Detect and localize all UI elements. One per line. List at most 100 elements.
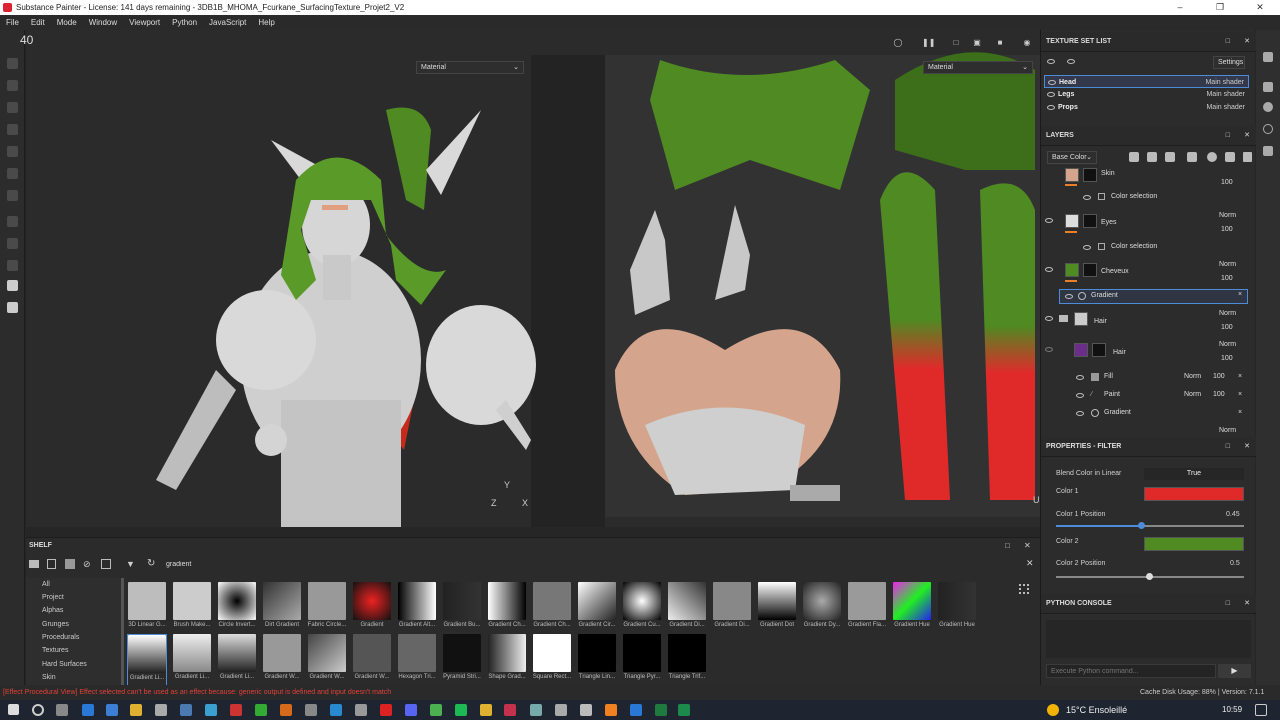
maximize-icon[interactable]: □ (1226, 594, 1230, 614)
filter-icon[interactable]: ▼ (126, 559, 135, 569)
eye-icon[interactable] (1083, 195, 1091, 200)
shelf-resource[interactable]: Gradient Hue (937, 582, 977, 634)
document-icon[interactable] (7, 302, 18, 313)
app-icon[interactable] (205, 704, 217, 716)
spotify-icon[interactable] (455, 704, 467, 716)
discord-icon[interactable] (405, 704, 417, 716)
shelf-resource[interactable]: Triangle Lin... (577, 634, 617, 686)
fill-bucket-icon[interactable] (1187, 152, 1197, 162)
shelf-resource[interactable]: Dirt Gradient (262, 582, 302, 634)
eye-icon[interactable] (1076, 393, 1084, 398)
effect-gradient[interactable]: Gradient × (1041, 408, 1249, 422)
shelf-resource[interactable]: Gradient Li... (217, 634, 257, 686)
viewport-2d[interactable]: Material ⌄ U (605, 30, 1040, 527)
shelf-resource[interactable]: Gradient Alt... (397, 582, 437, 634)
category-skin[interactable]: Skin (42, 674, 56, 681)
layer-eyes[interactable]: Eyes Norm 100 (1041, 212, 1249, 238)
menu-javascript[interactable]: JavaScript (203, 15, 252, 30)
shelf-resource[interactable]: Gradient Cu... (622, 582, 662, 634)
app-icon[interactable] (155, 704, 167, 716)
slider-knob[interactable] (1138, 522, 1145, 529)
search-icon[interactable] (32, 704, 44, 716)
app-icon[interactable] (380, 704, 392, 716)
smart-material-icon[interactable] (1207, 152, 1217, 162)
effect-paint[interactable]: ∕ Paint Norm 100 × (1041, 390, 1249, 404)
new-file-icon[interactable] (47, 559, 56, 569)
explorer-icon[interactable] (130, 704, 142, 716)
color1-position-slider[interactable] (1056, 522, 1244, 529)
python-command-input[interactable] (1046, 664, 1216, 678)
eye-icon[interactable] (1045, 347, 1053, 352)
app-icon[interactable] (305, 704, 317, 716)
shelf-resource[interactable]: Brush Make... (172, 582, 212, 634)
menu-mode[interactable]: Mode (51, 15, 83, 30)
shelf-resource[interactable]: Gradient Ch... (487, 582, 527, 634)
app-icon[interactable] (255, 704, 267, 716)
layer-cheveux[interactable]: Cheveux Norm 100 (1041, 261, 1249, 287)
shelf-resource[interactable]: Gradient Ch... (532, 582, 572, 634)
clear-search-icon[interactable]: ✕ (1026, 558, 1034, 569)
folder-icon[interactable] (480, 704, 492, 716)
color2-swatch[interactable] (1144, 537, 1244, 551)
shelf-resource[interactable]: Gradient Cir... (577, 582, 617, 634)
texture-set-props[interactable]: Props Main shader (1044, 101, 1249, 114)
close-button[interactable]: ✕ (1240, 0, 1280, 15)
effect-gradient-selected[interactable]: Gradient × (1059, 289, 1248, 304)
eye-icon[interactable] (1067, 59, 1075, 64)
shelf-resource[interactable]: 3D Linear G... (127, 582, 167, 634)
slider-knob[interactable] (1146, 573, 1153, 580)
shelf-resource[interactable]: Gradient W... (262, 634, 302, 686)
clone-icon[interactable] (7, 168, 18, 179)
close-icon[interactable]: ✕ (1244, 126, 1250, 146)
menu-viewport[interactable]: Viewport (123, 15, 166, 30)
close-icon[interactable]: ✕ (1244, 437, 1250, 457)
checkbox[interactable] (1098, 243, 1105, 250)
viewport-3d[interactable]: Material ⌄ Y Z X (26, 30, 605, 527)
maximize-button[interactable]: ❐ (1200, 0, 1240, 15)
task-view-icon[interactable] (56, 704, 68, 716)
vlc-icon[interactable] (605, 704, 617, 716)
vscode-icon[interactable] (106, 704, 118, 716)
bake-icon[interactable] (7, 238, 18, 249)
texture-set-icon[interactable] (1263, 52, 1273, 62)
shelf-resource[interactable]: Gradient Bu... (442, 582, 482, 634)
close-icon[interactable]: ✕ (1024, 541, 1031, 550)
effect-fill[interactable]: Fill Norm 100 × (1041, 372, 1249, 386)
app-icon[interactable] (355, 704, 367, 716)
shelf-resource[interactable]: Triangle Trif... (667, 634, 707, 686)
close-icon[interactable]: ✕ (1244, 594, 1250, 614)
texture-set-settings-dropdown[interactable]: Settings (1213, 56, 1245, 69)
eye-icon[interactable] (1048, 80, 1056, 85)
shelf-search-input[interactable] (166, 558, 1026, 571)
texture-set-head[interactable]: Head Main shader (1044, 75, 1249, 88)
category-hard-surfaces[interactable]: Hard Surfaces (42, 661, 87, 668)
eye-icon[interactable] (1076, 375, 1084, 380)
shelf-resource[interactable]: Gradient Hue (892, 582, 932, 634)
app-icon[interactable] (678, 704, 690, 716)
chrome-icon[interactable] (430, 704, 442, 716)
polygon-fill-icon[interactable] (7, 124, 18, 135)
history-icon[interactable] (1263, 124, 1273, 134)
blend-value-dropdown[interactable]: True (1144, 468, 1244, 480)
remove-icon[interactable]: × (1238, 409, 1242, 416)
viewport-3d-material-dropdown[interactable]: Material ⌄ (416, 61, 524, 74)
grid-view-icon[interactable] (1019, 584, 1029, 594)
app-icon[interactable] (555, 704, 567, 716)
maximize-icon[interactable]: □ (1005, 541, 1010, 550)
add-fill-layer-icon[interactable] (1165, 152, 1175, 162)
add-mask-icon[interactable] (1147, 152, 1157, 162)
display-icon[interactable] (1263, 82, 1273, 92)
eye-icon[interactable] (1045, 316, 1053, 321)
save-icon[interactable] (65, 559, 75, 569)
category-all[interactable]: All (42, 581, 50, 588)
cube-icon[interactable]: ▣ (972, 38, 982, 47)
substance-painter-icon[interactable] (504, 704, 516, 716)
projection-icon[interactable] (7, 102, 18, 113)
smudge-icon[interactable] (7, 146, 18, 157)
paint-brush-icon[interactable] (7, 58, 18, 69)
checkbox[interactable] (1098, 193, 1105, 200)
app-icon[interactable] (280, 704, 292, 716)
eye-icon[interactable] (1047, 92, 1055, 97)
screenshot-icon[interactable]: ◉ (1022, 38, 1032, 47)
eye-icon[interactable] (1045, 267, 1053, 272)
